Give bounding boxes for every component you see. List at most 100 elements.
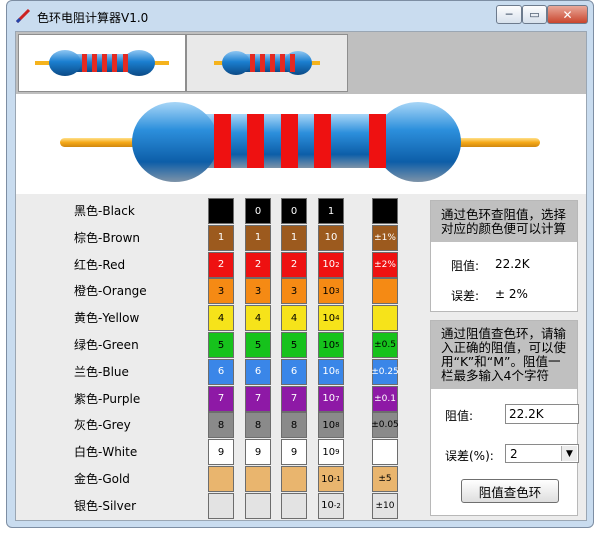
tab-value-to-color[interactable] bbox=[186, 34, 348, 92]
color-cell-multiplier[interactable]: 10 bbox=[318, 224, 344, 251]
color-cell-tolerance[interactable]: ±10 bbox=[372, 492, 398, 519]
color-cell-band1[interactable]: 3 bbox=[208, 278, 234, 305]
color-cell-value: 10 bbox=[322, 259, 336, 271]
color-cell-value: 7 bbox=[254, 393, 262, 405]
color-cell-band2[interactable]: 7 bbox=[245, 385, 271, 412]
color-cell-value: 10 bbox=[322, 366, 336, 378]
color-cell-band1[interactable]: 4 bbox=[208, 305, 234, 332]
color-cell-multiplier[interactable]: 10 -2 bbox=[318, 492, 344, 519]
color-cell-band2[interactable] bbox=[245, 492, 271, 519]
resistor-band-5 bbox=[369, 114, 386, 168]
chevron-down-icon[interactable]: ▼ bbox=[561, 446, 577, 461]
color-cell-band1[interactable] bbox=[208, 466, 234, 492]
color-cell-tolerance[interactable] bbox=[372, 198, 398, 224]
color-cell-band1[interactable]: 5 bbox=[208, 332, 234, 358]
color-cell-tolerance[interactable] bbox=[372, 439, 398, 466]
lookup-colors-button[interactable]: 阻值查色环 bbox=[461, 479, 559, 503]
color-cell-tolerance[interactable] bbox=[372, 278, 398, 305]
client-area: 黑色-Black 0 0 1 棕色-Brown 1 1 1 10 ±1% 红色-Red 2 2 2 10 2 ±… bbox=[15, 31, 587, 521]
color-cell-band2[interactable]: 1 bbox=[245, 224, 271, 251]
color-cell-band2[interactable]: 4 bbox=[245, 305, 271, 332]
multiplier-exponent: -1 bbox=[333, 475, 341, 483]
color-cell-band1[interactable]: 8 bbox=[208, 412, 234, 439]
color-cell-band2[interactable]: 5 bbox=[245, 332, 271, 358]
color-cell-multiplier[interactable]: 10 3 bbox=[318, 278, 344, 305]
color-cell-band1[interactable]: 1 bbox=[208, 224, 234, 251]
multiplier-exponent: -2 bbox=[333, 501, 341, 510]
color-cell-tolerance[interactable]: ±5 bbox=[372, 466, 398, 492]
color-label: 兰色-Blue bbox=[74, 364, 129, 379]
color-cell-multiplier[interactable]: 10 4 bbox=[318, 305, 344, 332]
color-cell-band3[interactable]: 3 bbox=[281, 278, 307, 305]
color-cell-value: 8 bbox=[254, 419, 262, 431]
color-cell-band3[interactable]: 7 bbox=[281, 385, 307, 412]
color-cell-multiplier[interactable]: 10 6 bbox=[318, 358, 344, 385]
color-cell-multiplier[interactable]: 1 bbox=[318, 198, 344, 224]
color-cell-band3[interactable]: 4 bbox=[281, 305, 307, 332]
color-cell-value: 0 bbox=[254, 205, 262, 217]
color-cell-tolerance[interactable]: ±1% bbox=[372, 224, 398, 251]
color-cell-multiplier[interactable]: 10 5 bbox=[318, 332, 344, 358]
color-cell-value: ±5 bbox=[378, 474, 392, 484]
tolerance-select-value: 2 bbox=[510, 447, 518, 461]
tab-color-to-value[interactable] bbox=[18, 34, 186, 92]
color-cell-value: 8 bbox=[217, 419, 225, 431]
color-to-value-result: 通过色环查阻值，选择对应的颜色便可以计算 阻值: 22.2K 误差: ± 2% bbox=[430, 200, 578, 312]
color-cell-band3[interactable]: 9 bbox=[281, 439, 307, 466]
color-label: 银色-Silver bbox=[74, 498, 137, 513]
color-cell-band3[interactable]: 2 bbox=[281, 251, 307, 278]
color-cell-band2[interactable]: 2 bbox=[245, 251, 271, 278]
color-cell-band1[interactable]: 6 bbox=[208, 358, 234, 385]
color-cell-multiplier[interactable]: 10 9 bbox=[318, 439, 344, 466]
color-cell-tolerance[interactable]: ±0.1 bbox=[372, 385, 398, 412]
resistor-band-3 bbox=[281, 114, 298, 168]
color-cell-band3[interactable] bbox=[281, 492, 307, 519]
color-cell-value: 10 bbox=[322, 312, 336, 324]
color-cell-band1[interactable]: 9 bbox=[208, 439, 234, 466]
color-cell-band1[interactable] bbox=[208, 198, 234, 224]
color-cell-band3[interactable]: 1 bbox=[281, 224, 307, 251]
color-cell-band2[interactable]: 6 bbox=[245, 358, 271, 385]
title-bar[interactable]: 色环电阻计算器V1.0 ─ ▭ ✕ bbox=[7, 1, 593, 31]
color-cell-tolerance[interactable]: ±0.05 bbox=[371, 412, 399, 439]
color-cell-band2[interactable]: 3 bbox=[245, 278, 271, 305]
maximize-button[interactable]: ▭ bbox=[522, 5, 547, 24]
value-to-color-instruction: 通过阻值查色环，请输入正确的阻值，可以使用“K”和“M”。阻值一栏最多输入4个字… bbox=[431, 321, 577, 389]
calculator-panel: 黑色-Black 0 0 1 棕色-Brown 1 1 1 10 ±1% 红色-Red 2 2 2 10 2 ±… bbox=[16, 94, 586, 520]
resistor-thumbnail-icon bbox=[214, 51, 320, 75]
color-cell-band3[interactable]: 8 bbox=[281, 412, 307, 439]
tolerance-result-value: ± 2% bbox=[495, 287, 528, 301]
tolerance-result-label: 误差: bbox=[451, 289, 480, 303]
color-cell-tolerance[interactable]: ±0.25 bbox=[371, 358, 399, 385]
resistor-band-2 bbox=[247, 114, 264, 168]
color-cell-band3[interactable] bbox=[281, 466, 307, 492]
color-cell-band3[interactable]: 5 bbox=[281, 332, 307, 358]
color-cell-multiplier[interactable]: 10 8 bbox=[318, 412, 344, 439]
tolerance-select[interactable]: 2 ▼ bbox=[505, 444, 579, 463]
color-cell-band1[interactable]: 2 bbox=[208, 251, 234, 278]
color-cell-value: 2 bbox=[217, 259, 225, 271]
color-cell-tolerance[interactable] bbox=[372, 305, 398, 332]
color-cell-multiplier[interactable]: 10 2 bbox=[318, 251, 344, 278]
color-cell-value: 10 bbox=[322, 446, 336, 458]
color-cell-tolerance[interactable]: ±2% bbox=[372, 251, 398, 278]
color-cell-multiplier[interactable]: 10 -1 bbox=[318, 466, 344, 492]
color-cell-band2[interactable]: 0 bbox=[245, 198, 271, 224]
resistance-input-label: 阻值: bbox=[445, 409, 474, 423]
color-cell-band3[interactable]: 0 bbox=[281, 198, 307, 224]
color-cell-band3[interactable]: 6 bbox=[281, 358, 307, 385]
color-cell-multiplier[interactable]: 10 7 bbox=[318, 385, 344, 412]
color-cell-band2[interactable]: 8 bbox=[245, 412, 271, 439]
color-cell-band2[interactable] bbox=[245, 466, 271, 492]
color-cell-value: ±0.5 bbox=[374, 340, 396, 350]
color-cell-band1[interactable] bbox=[208, 492, 234, 519]
resistance-input[interactable] bbox=[505, 404, 579, 424]
minimize-button[interactable]: ─ bbox=[496, 5, 522, 24]
color-cell-value: 3 bbox=[254, 285, 262, 297]
color-cell-band1[interactable]: 7 bbox=[208, 385, 234, 412]
close-button[interactable]: ✕ bbox=[547, 5, 588, 24]
color-cell-value: 1 bbox=[254, 232, 262, 244]
color-cell-tolerance[interactable]: ±0.5 bbox=[372, 332, 398, 358]
minimize-icon: ─ bbox=[505, 8, 513, 21]
color-cell-band2[interactable]: 9 bbox=[245, 439, 271, 466]
